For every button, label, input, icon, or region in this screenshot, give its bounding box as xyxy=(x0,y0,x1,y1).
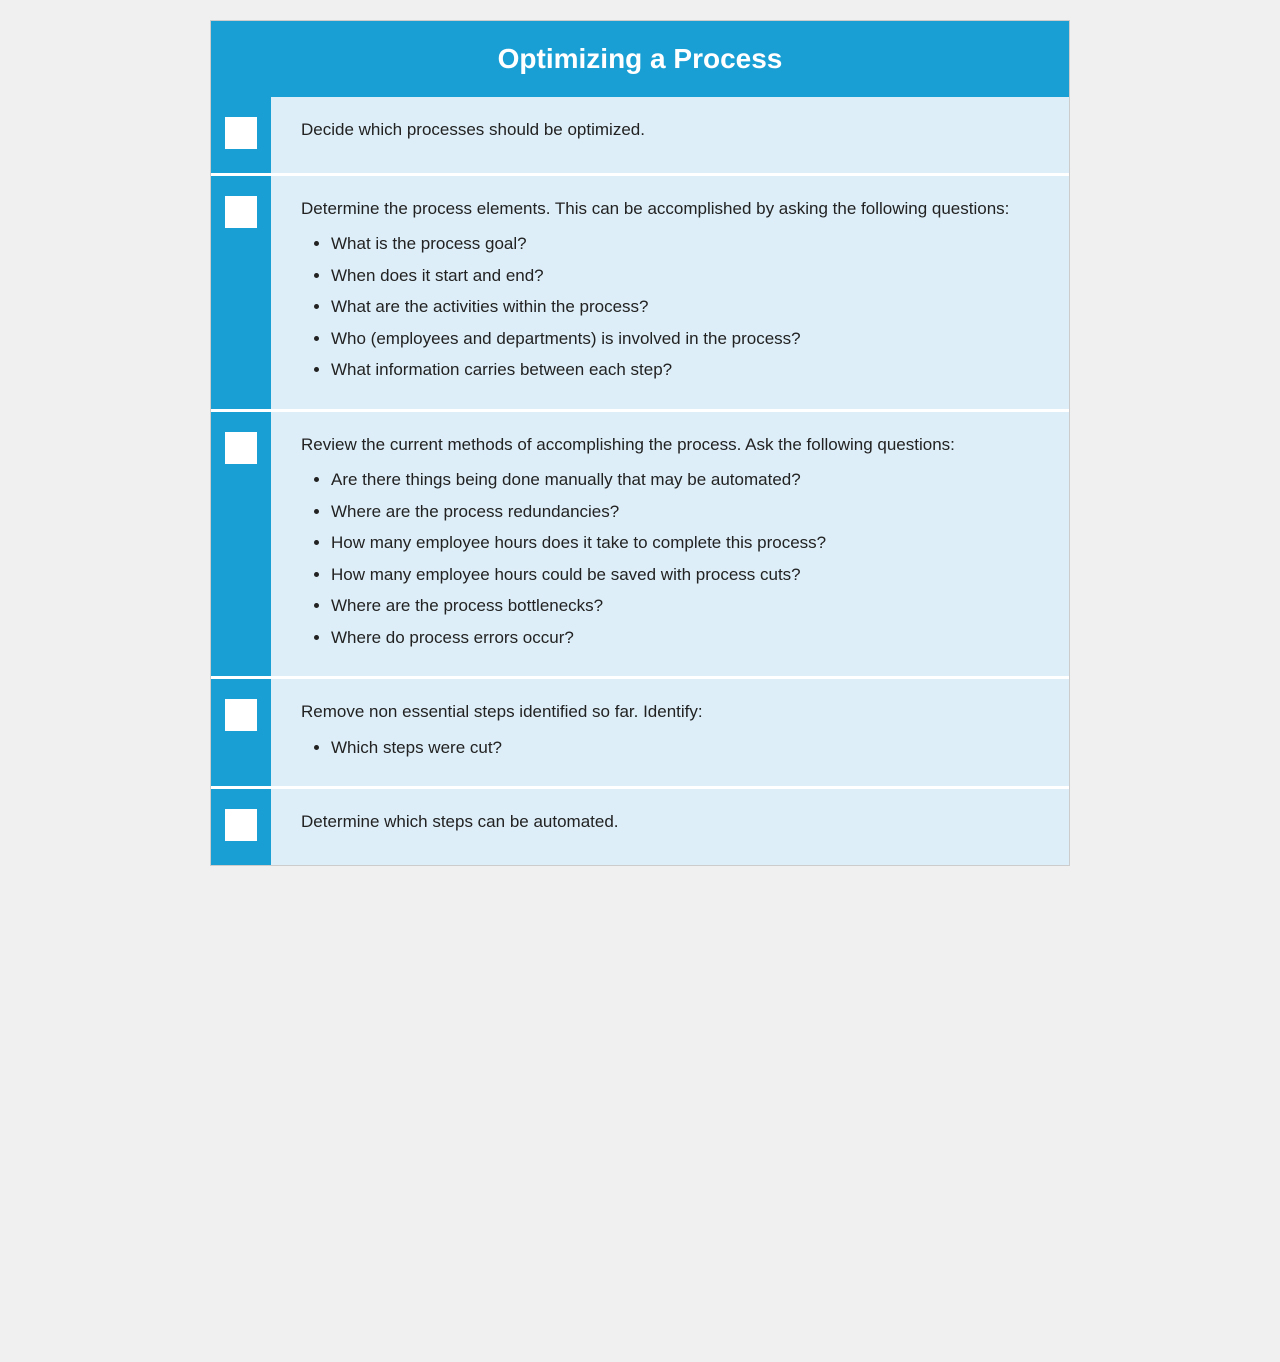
row-content: Decide which processes should be optimiz… xyxy=(271,97,1069,173)
page-title: Optimizing a Process xyxy=(251,43,1029,75)
row-sidebar xyxy=(211,679,271,786)
row-text: Remove non essential steps identified so… xyxy=(301,699,1039,725)
row-sidebar xyxy=(211,412,271,677)
bullet-item: What information carries between each st… xyxy=(331,357,1039,383)
bullet-item: How many employee hours could be saved w… xyxy=(331,562,1039,588)
main-card: Optimizing a Process Decide which proces… xyxy=(210,20,1070,866)
row-content: Determine which steps can be automated. xyxy=(271,789,1069,865)
bullet-list: What is the process goal? When does it st… xyxy=(331,231,1039,383)
checkbox-icon[interactable] xyxy=(225,432,257,464)
checkbox-icon[interactable] xyxy=(225,117,257,149)
bullet-item: Who (employees and departments) is invol… xyxy=(331,326,1039,352)
row-sidebar xyxy=(211,176,271,409)
bullet-item: What are the activities within the proce… xyxy=(331,294,1039,320)
bullet-list: Are there things being done manually tha… xyxy=(331,467,1039,650)
list-item: Decide which processes should be optimiz… xyxy=(211,97,1069,173)
row-text: Determine the process elements. This can… xyxy=(301,196,1039,222)
bullet-item: What is the process goal? xyxy=(331,231,1039,257)
bullet-item: Which steps were cut? xyxy=(331,735,1039,761)
bullet-item: When does it start and end? xyxy=(331,263,1039,289)
bullet-list: Which steps were cut? xyxy=(331,735,1039,761)
bullet-item: Where are the process redundancies? xyxy=(331,499,1039,525)
row-sidebar xyxy=(211,97,271,173)
checkbox-icon[interactable] xyxy=(225,196,257,228)
row-sidebar xyxy=(211,789,271,865)
bullet-item: Where do process errors occur? xyxy=(331,625,1039,651)
checkbox-icon[interactable] xyxy=(225,699,257,731)
bullet-item: How many employee hours does it take to … xyxy=(331,530,1039,556)
row-text: Decide which processes should be optimiz… xyxy=(301,117,1039,143)
rows-container: Decide which processes should be optimiz… xyxy=(211,97,1069,865)
row-text: Review the current methods of accomplish… xyxy=(301,432,1039,458)
row-content: Determine the process elements. This can… xyxy=(271,176,1069,409)
list-item: Remove non essential steps identified so… xyxy=(211,676,1069,786)
bullet-item: Are there things being done manually tha… xyxy=(331,467,1039,493)
row-text: Determine which steps can be automated. xyxy=(301,809,1039,835)
bullet-item: Where are the process bottlenecks? xyxy=(331,593,1039,619)
checkbox-icon[interactable] xyxy=(225,809,257,841)
list-item: Determine the process elements. This can… xyxy=(211,173,1069,409)
row-content: Review the current methods of accomplish… xyxy=(271,412,1069,677)
card-header: Optimizing a Process xyxy=(211,21,1069,97)
row-content: Remove non essential steps identified so… xyxy=(271,679,1069,786)
list-item: Review the current methods of accomplish… xyxy=(211,409,1069,677)
list-item: Determine which steps can be automated. xyxy=(211,786,1069,865)
